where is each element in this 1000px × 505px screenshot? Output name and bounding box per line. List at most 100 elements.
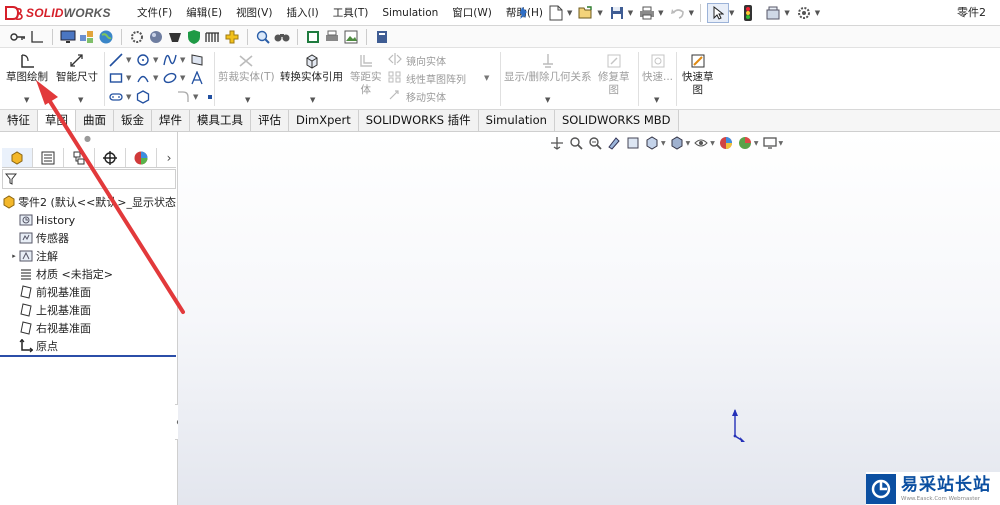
zoom-to-fit-icon[interactable] — [549, 135, 565, 151]
cup-icon[interactable] — [167, 29, 183, 45]
traffic-light-icon[interactable] — [737, 3, 759, 23]
configuration-manager-tab-icon[interactable] — [64, 148, 95, 167]
tab-dimxpert[interactable]: DimXpert — [289, 110, 359, 131]
key-icon[interactable] — [10, 29, 26, 45]
dimxpert-tab-icon[interactable] — [95, 148, 126, 167]
chevron-down-icon[interactable]: ▼ — [658, 9, 663, 17]
open-icon[interactable] — [575, 3, 597, 23]
chevron-down-icon[interactable]: ▼ — [193, 93, 200, 101]
feature-manager-tab-icon[interactable] — [2, 148, 33, 167]
assembly-icon[interactable] — [79, 29, 95, 45]
tree-item-history[interactable]: History — [0, 211, 176, 229]
point-icon[interactable] — [202, 89, 218, 105]
repair-sketch-button[interactable]: 修复草 图 — [598, 51, 630, 97]
chevron-down-icon[interactable]: ▼ — [779, 140, 784, 147]
tab-sketch[interactable]: 草图 — [38, 110, 76, 131]
quick-snaps-button[interactable]: 快速... — [642, 51, 673, 84]
mirror-entities-button[interactable]: 镜向实体 — [388, 52, 446, 68]
chevron-down-icon[interactable]: ▼ — [24, 96, 29, 104]
display-relations-button[interactable]: 显示/删除几何关系 — [504, 51, 592, 84]
sketch-corner-icon[interactable] — [29, 29, 45, 45]
chevron-down-icon[interactable]: ▼ — [310, 96, 315, 104]
tree-root-part[interactable]: 零件2 (默认<<默认>_显示状态 — [0, 193, 176, 211]
save-icon[interactable] — [606, 3, 628, 23]
chevron-down-icon[interactable]: ▼ — [78, 96, 83, 104]
tab-features[interactable]: 特征 — [0, 110, 38, 131]
solidworks-logo[interactable]: SOLIDWORKS — [4, 3, 111, 23]
rollback-bar[interactable] — [0, 355, 176, 357]
tree-item-origin[interactable]: 原点 — [0, 337, 176, 355]
plus-icon[interactable] — [224, 29, 240, 45]
chevron-down-icon[interactable]: ▼ — [484, 74, 489, 82]
tab-weldments[interactable]: 焊件 — [152, 110, 190, 131]
polygon-icon[interactable] — [135, 89, 151, 105]
display-style-icon[interactable] — [669, 135, 685, 151]
zoom-icon[interactable] — [255, 29, 271, 45]
tree-item-front-plane[interactable]: 前视基准面 — [0, 283, 176, 301]
sketch-button[interactable]: 草图绘制 — [6, 51, 48, 84]
print-icon[interactable] — [636, 3, 658, 23]
display-manager-tab-icon[interactable] — [126, 148, 157, 167]
hide-show-items-icon[interactable] — [693, 135, 709, 151]
menu-edit[interactable]: 编辑(E) — [179, 0, 229, 26]
move-entities-button[interactable]: 移动实体 — [388, 88, 446, 104]
rapid-sketch-button[interactable]: 快速草 图 — [682, 51, 714, 97]
trim-entities-button[interactable]: 剪裁实体(T) — [218, 51, 275, 84]
chevron-down-icon[interactable]: ▼ — [754, 140, 759, 147]
menu-tools[interactable]: 工具(T) — [326, 0, 376, 26]
chevron-down-icon[interactable]: ▼ — [597, 9, 602, 17]
chevron-down-icon[interactable]: ▼ — [126, 74, 133, 82]
circle-icon[interactable] — [135, 52, 151, 68]
gear-icon[interactable] — [129, 29, 145, 45]
tree-item-sensors[interactable]: 传感器 — [0, 229, 176, 247]
tree-item-top-plane[interactable]: 上视基准面 — [0, 301, 176, 319]
panel-grip[interactable]: ● — [84, 134, 91, 143]
dynamic-annotation-icon[interactable] — [625, 135, 641, 151]
menu-view[interactable]: 视图(V) — [229, 0, 279, 26]
chevron-down-icon[interactable]: ▼ — [126, 93, 133, 101]
chevron-down-icon[interactable]: ▼ — [689, 9, 694, 17]
arc-icon[interactable] — [135, 70, 151, 86]
previous-view-icon[interactable] — [587, 135, 603, 151]
graphics-area[interactable]: ▼ ▼ ▼ ▼ ▼ — [178, 132, 1000, 505]
tab-surfaces[interactable]: 曲面 — [76, 110, 114, 131]
fillet-icon[interactable] — [175, 89, 191, 105]
zoom-area-icon[interactable] — [568, 135, 584, 151]
chevron-down-icon[interactable]: ▼ — [153, 56, 160, 64]
chevron-down-icon[interactable]: ▼ — [153, 74, 160, 82]
chevron-down-icon[interactable]: ▼ — [654, 96, 659, 104]
menu-window[interactable]: 窗口(W) — [445, 0, 499, 26]
undo-icon[interactable] — [667, 3, 689, 23]
chevron-down-icon[interactable]: ▼ — [686, 140, 691, 147]
linear-pattern-button[interactable]: 线性草图阵列 ▼ — [388, 70, 489, 86]
chevron-down-icon[interactable]: ▼ — [245, 96, 250, 104]
chevron-down-icon[interactable]: ▼ — [628, 9, 633, 17]
pin-icon[interactable] — [518, 6, 530, 20]
shield-icon[interactable] — [186, 29, 202, 45]
tree-item-material[interactable]: 材质 <未指定> — [0, 265, 176, 283]
chevron-down-icon[interactable]: ▼ — [126, 56, 133, 64]
text-icon[interactable] — [189, 70, 205, 86]
smart-dimension-button[interactable]: 智能尺寸 — [56, 51, 98, 84]
chevron-down-icon[interactable]: ▼ — [815, 9, 820, 17]
ellipse-icon[interactable] — [162, 70, 178, 86]
rectangle-icon[interactable] — [108, 70, 124, 86]
chevron-down-icon[interactable]: ▼ — [180, 56, 187, 64]
convert-entities-button[interactable]: 转换实体引用 — [280, 51, 343, 84]
expand-arrow-icon[interactable]: ▸ — [10, 252, 18, 260]
chevron-down-icon[interactable]: ▼ — [567, 9, 572, 17]
menu-file[interactable]: 文件(F) — [130, 0, 179, 26]
tree-item-right-plane[interactable]: 右视基准面 — [0, 319, 176, 337]
tab-mbd[interactable]: SOLIDWORKS MBD — [554, 110, 679, 131]
apply-scene-icon[interactable] — [737, 135, 753, 151]
offset-entities-button[interactable]: 等距实 体 — [350, 51, 382, 97]
book-icon[interactable] — [374, 29, 390, 45]
printer-small-icon[interactable] — [324, 29, 340, 45]
chevron-right-icon[interactable]: › — [162, 148, 176, 167]
mesh-icon[interactable] — [205, 29, 221, 45]
tab-sheet-metal[interactable]: 钣金 — [114, 110, 152, 131]
chevron-down-icon[interactable]: ▼ — [784, 9, 789, 17]
edit-appearance-icon[interactable] — [718, 135, 734, 151]
options-gear-icon[interactable] — [793, 3, 815, 23]
tab-evaluate[interactable]: 评估 — [251, 110, 289, 131]
